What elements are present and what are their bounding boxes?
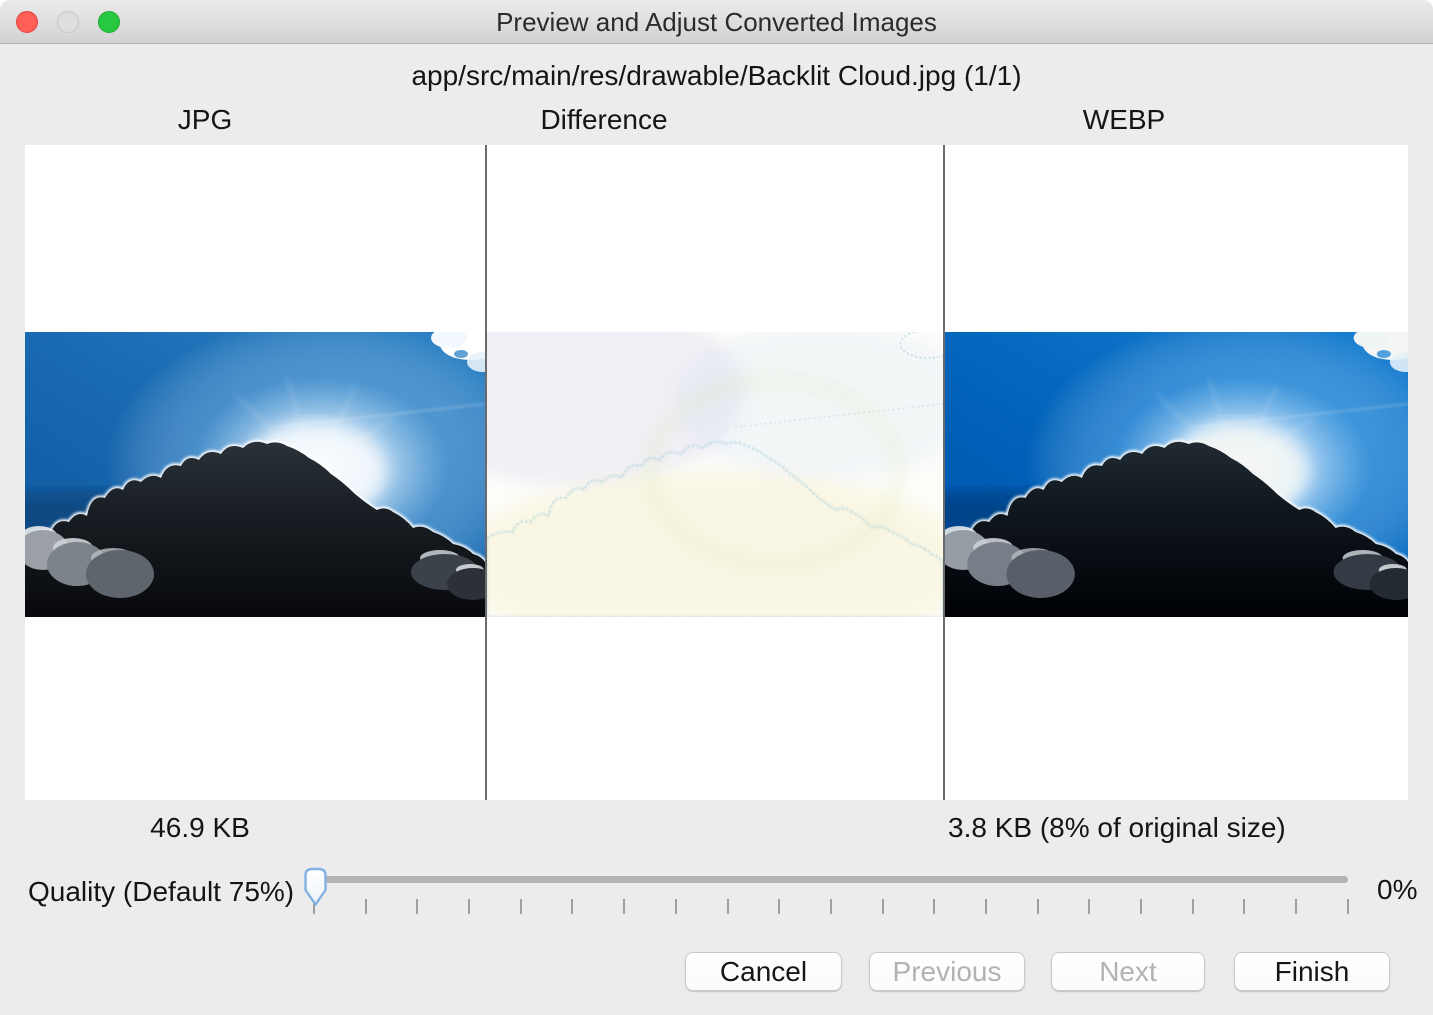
cancel-button[interactable]: Cancel <box>685 952 842 991</box>
slider-ticks <box>313 899 1349 914</box>
jpg-preview-image <box>25 332 485 617</box>
slider-thumb[interactable] <box>300 866 331 908</box>
webp-preview-image <box>945 332 1408 617</box>
quality-slider-label: Quality (Default 75%) <box>28 876 294 908</box>
previous-button[interactable]: Previous <box>869 952 1025 991</box>
webp-preview-dialog: Preview and Adjust Converted Images app/… <box>0 0 1433 1015</box>
column-label-webp: WEBP <box>1083 104 1165 136</box>
column-label-difference: Difference <box>540 104 667 136</box>
preview-panels <box>25 145 1408 800</box>
slider-track[interactable] <box>315 876 1348 883</box>
jpg-size-label: 46.9 KB <box>150 812 250 844</box>
panel-divider <box>943 145 945 800</box>
finish-button[interactable]: Finish <box>1234 952 1390 991</box>
webp-size-label: 3.8 KB (8% of original size) <box>948 812 1286 844</box>
window-title: Preview and Adjust Converted Images <box>0 0 1433 44</box>
title-bar: Preview and Adjust Converted Images <box>0 0 1433 44</box>
difference-preview-image <box>487 332 943 617</box>
panel-divider <box>485 145 487 800</box>
file-path-title: app/src/main/res/drawable/Backlit Cloud.… <box>0 60 1433 92</box>
quality-value-label: 0% <box>1377 874 1417 906</box>
next-button[interactable]: Next <box>1051 952 1205 991</box>
column-label-jpg: JPG <box>178 104 232 136</box>
